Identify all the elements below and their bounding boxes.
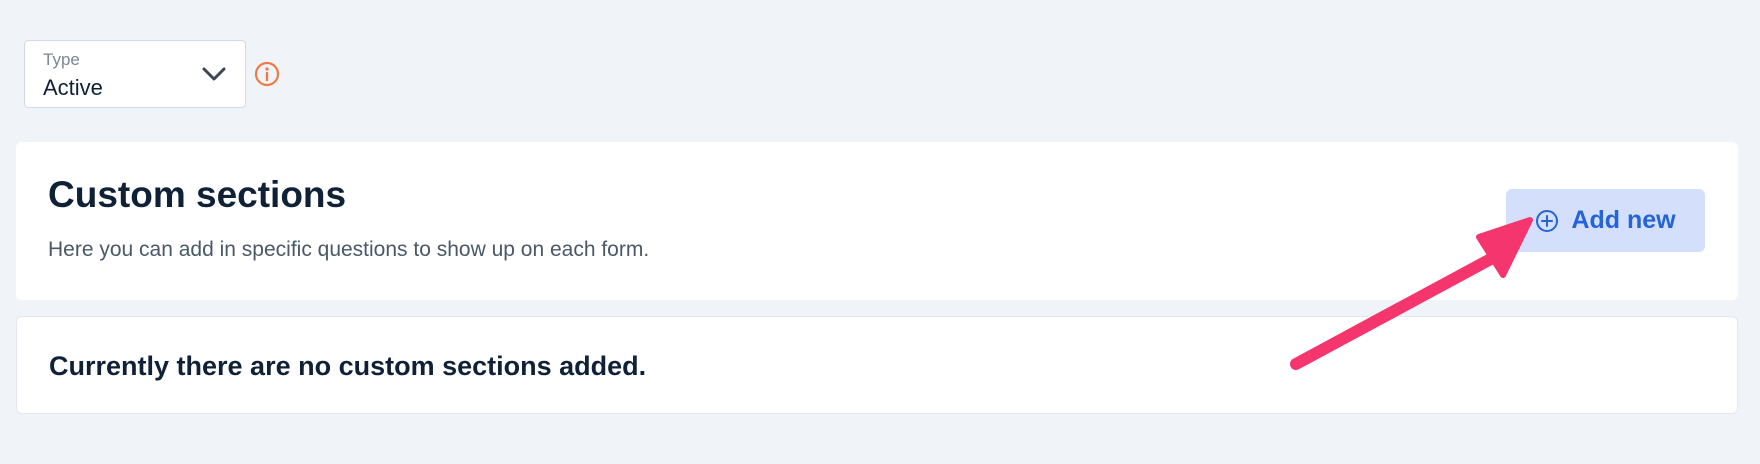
- add-new-label: Add new: [1571, 206, 1676, 234]
- section-title: Custom sections: [48, 174, 347, 215]
- custom-sections-card: Custom sections Here you can add in spec…: [16, 142, 1738, 300]
- add-new-button[interactable]: Add new: [1506, 189, 1705, 252]
- info-icon[interactable]: [254, 61, 280, 87]
- type-select[interactable]: Type Active: [24, 40, 246, 108]
- type-select-label: Type: [43, 50, 80, 69]
- type-select-value: Active: [43, 75, 103, 100]
- empty-state-card: Currently there are no custom sections a…: [16, 316, 1738, 414]
- plus-circle-icon: [1536, 209, 1559, 232]
- empty-state-message: Currently there are no custom sections a…: [49, 351, 647, 381]
- section-description: Here you can add in specific questions t…: [48, 238, 650, 261]
- chevron-down-icon: [202, 67, 226, 81]
